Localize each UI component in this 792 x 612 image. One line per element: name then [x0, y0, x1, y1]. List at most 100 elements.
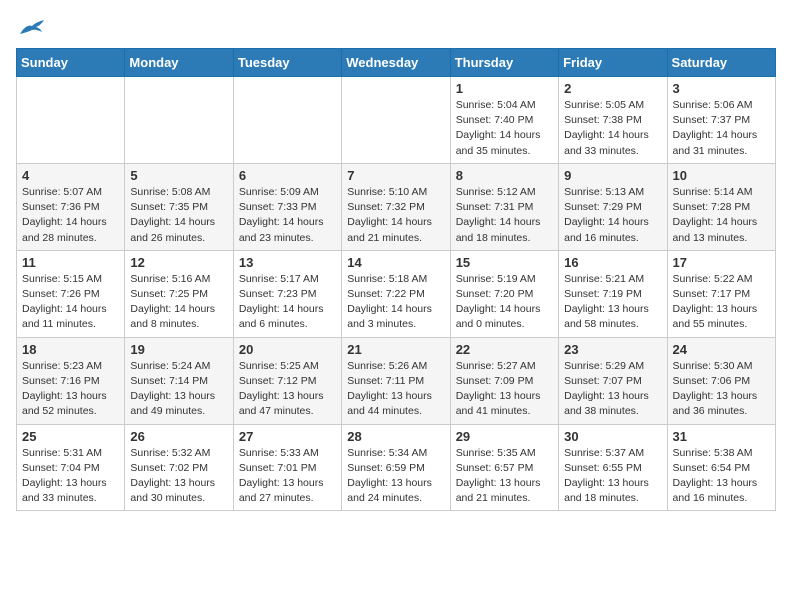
calendar-cell: 16 Sunrise: 5:21 AM Sunset: 7:19 PM Dayli… — [559, 250, 667, 337]
calendar-cell: 20 Sunrise: 5:25 AM Sunset: 7:12 PM Dayli… — [233, 337, 341, 424]
day-number: 31 — [673, 429, 770, 444]
day-number: 26 — [130, 429, 227, 444]
calendar-cell: 17 Sunrise: 5:22 AM Sunset: 7:17 PM Dayli… — [667, 250, 775, 337]
calendar-week-4: 18 Sunrise: 5:23 AM Sunset: 7:16 PM Dayli… — [17, 337, 776, 424]
day-number: 3 — [673, 81, 770, 96]
calendar-table: SundayMondayTuesdayWednesdayThursdayFrid… — [16, 48, 776, 511]
logo — [16, 16, 46, 38]
day-number: 15 — [456, 255, 553, 270]
day-info: Sunrise: 5:15 AM Sunset: 7:26 PM Dayligh… — [22, 272, 119, 333]
day-number: 23 — [564, 342, 661, 357]
day-number: 16 — [564, 255, 661, 270]
calendar-cell: 19 Sunrise: 5:24 AM Sunset: 7:14 PM Dayli… — [125, 337, 233, 424]
day-info: Sunrise: 5:29 AM Sunset: 7:07 PM Dayligh… — [564, 359, 661, 420]
day-info: Sunrise: 5:31 AM Sunset: 7:04 PM Dayligh… — [22, 446, 119, 507]
day-info: Sunrise: 5:12 AM Sunset: 7:31 PM Dayligh… — [456, 185, 553, 246]
calendar-cell: 25Sunrise: 5:31 AM Sunset: 7:04 PM Dayli… — [17, 424, 125, 511]
day-number: 10 — [673, 168, 770, 183]
day-info: Sunrise: 5:33 AM Sunset: 7:01 PM Dayligh… — [239, 446, 336, 507]
day-number: 27 — [239, 429, 336, 444]
calendar-cell: 15 Sunrise: 5:19 AM Sunset: 7:20 PM Dayli… — [450, 250, 558, 337]
calendar-header-friday: Friday — [559, 49, 667, 77]
day-number: 17 — [673, 255, 770, 270]
calendar-cell: 23 Sunrise: 5:29 AM Sunset: 7:07 PM Dayli… — [559, 337, 667, 424]
day-number: 18 — [22, 342, 119, 357]
page-header — [16, 16, 776, 38]
calendar-week-1: 1Sunrise: 5:04 AM Sunset: 7:40 PM Daylig… — [17, 77, 776, 164]
calendar-cell: 28Sunrise: 5:34 AM Sunset: 6:59 PM Dayli… — [342, 424, 450, 511]
day-info: Sunrise: 5:21 AM Sunset: 7:19 PM Dayligh… — [564, 272, 661, 333]
calendar-cell: 22Sunrise: 5:27 AM Sunset: 7:09 PM Dayli… — [450, 337, 558, 424]
day-info: Sunrise: 5:35 AM Sunset: 6:57 PM Dayligh… — [456, 446, 553, 507]
day-info: Sunrise: 5:07 AM Sunset: 7:36 PM Dayligh… — [22, 185, 119, 246]
calendar-cell: 10 Sunrise: 5:14 AM Sunset: 7:28 PM Dayli… — [667, 163, 775, 250]
day-number: 20 — [239, 342, 336, 357]
calendar-cell: 14 Sunrise: 5:18 AM Sunset: 7:22 PM Dayli… — [342, 250, 450, 337]
calendar-header-tuesday: Tuesday — [233, 49, 341, 77]
calendar-cell — [17, 77, 125, 164]
day-info: Sunrise: 5:13 AM Sunset: 7:29 PM Dayligh… — [564, 185, 661, 246]
calendar-header-saturday: Saturday — [667, 49, 775, 77]
day-info: Sunrise: 5:05 AM Sunset: 7:38 PM Dayligh… — [564, 98, 661, 159]
calendar-cell: 12 Sunrise: 5:16 AM Sunset: 7:25 PM Dayli… — [125, 250, 233, 337]
day-info: Sunrise: 5:32 AM Sunset: 7:02 PM Dayligh… — [130, 446, 227, 507]
day-number: 28 — [347, 429, 444, 444]
calendar-cell: 24Sunrise: 5:30 AM Sunset: 7:06 PM Dayli… — [667, 337, 775, 424]
day-info: Sunrise: 5:24 AM Sunset: 7:14 PM Dayligh… — [130, 359, 227, 420]
day-number: 13 — [239, 255, 336, 270]
calendar-cell: 8 Sunrise: 5:12 AM Sunset: 7:31 PM Daylig… — [450, 163, 558, 250]
calendar-header-row: SundayMondayTuesdayWednesdayThursdayFrid… — [17, 49, 776, 77]
calendar-cell: 6 Sunrise: 5:09 AM Sunset: 7:33 PM Daylig… — [233, 163, 341, 250]
day-info: Sunrise: 5:14 AM Sunset: 7:28 PM Dayligh… — [673, 185, 770, 246]
day-number: 1 — [456, 81, 553, 96]
day-info: Sunrise: 5:09 AM Sunset: 7:33 PM Dayligh… — [239, 185, 336, 246]
day-number: 6 — [239, 168, 336, 183]
calendar-header-wednesday: Wednesday — [342, 49, 450, 77]
calendar-cell: 9Sunrise: 5:13 AM Sunset: 7:29 PM Daylig… — [559, 163, 667, 250]
day-info: Sunrise: 5:22 AM Sunset: 7:17 PM Dayligh… — [673, 272, 770, 333]
day-number: 30 — [564, 429, 661, 444]
calendar-cell: 29 Sunrise: 5:35 AM Sunset: 6:57 PM Dayli… — [450, 424, 558, 511]
calendar-cell: 11 Sunrise: 5:15 AM Sunset: 7:26 PM Dayli… — [17, 250, 125, 337]
day-info: Sunrise: 5:08 AM Sunset: 7:35 PM Dayligh… — [130, 185, 227, 246]
day-number: 4 — [22, 168, 119, 183]
day-info: Sunrise: 5:38 AM Sunset: 6:54 PM Dayligh… — [673, 446, 770, 507]
day-info: Sunrise: 5:17 AM Sunset: 7:23 PM Dayligh… — [239, 272, 336, 333]
day-info: Sunrise: 5:25 AM Sunset: 7:12 PM Dayligh… — [239, 359, 336, 420]
calendar-week-5: 25Sunrise: 5:31 AM Sunset: 7:04 PM Dayli… — [17, 424, 776, 511]
day-info: Sunrise: 5:23 AM Sunset: 7:16 PM Dayligh… — [22, 359, 119, 420]
calendar-week-3: 11 Sunrise: 5:15 AM Sunset: 7:26 PM Dayli… — [17, 250, 776, 337]
day-info: Sunrise: 5:37 AM Sunset: 6:55 PM Dayligh… — [564, 446, 661, 507]
calendar-cell: 27 Sunrise: 5:33 AM Sunset: 7:01 PM Dayli… — [233, 424, 341, 511]
day-number: 14 — [347, 255, 444, 270]
day-info: Sunrise: 5:18 AM Sunset: 7:22 PM Dayligh… — [347, 272, 444, 333]
day-number: 11 — [22, 255, 119, 270]
calendar-cell: 18 Sunrise: 5:23 AM Sunset: 7:16 PM Dayli… — [17, 337, 125, 424]
calendar-cell: 31 Sunrise: 5:38 AM Sunset: 6:54 PM Dayli… — [667, 424, 775, 511]
calendar-cell: 7 Sunrise: 5:10 AM Sunset: 7:32 PM Daylig… — [342, 163, 450, 250]
calendar-cell: 2 Sunrise: 5:05 AM Sunset: 7:38 PM Daylig… — [559, 77, 667, 164]
day-number: 2 — [564, 81, 661, 96]
day-info: Sunrise: 5:16 AM Sunset: 7:25 PM Dayligh… — [130, 272, 227, 333]
day-info: Sunrise: 5:06 AM Sunset: 7:37 PM Dayligh… — [673, 98, 770, 159]
day-number: 29 — [456, 429, 553, 444]
day-number: 7 — [347, 168, 444, 183]
calendar-header-monday: Monday — [125, 49, 233, 77]
day-number: 19 — [130, 342, 227, 357]
day-info: Sunrise: 5:30 AM Sunset: 7:06 PM Dayligh… — [673, 359, 770, 420]
calendar-cell: 5 Sunrise: 5:08 AM Sunset: 7:35 PM Daylig… — [125, 163, 233, 250]
calendar-cell: 3 Sunrise: 5:06 AM Sunset: 7:37 PM Daylig… — [667, 77, 775, 164]
calendar-cell — [125, 77, 233, 164]
calendar-header-sunday: Sunday — [17, 49, 125, 77]
calendar-cell: 13 Sunrise: 5:17 AM Sunset: 7:23 PM Dayli… — [233, 250, 341, 337]
calendar-cell: 1Sunrise: 5:04 AM Sunset: 7:40 PM Daylig… — [450, 77, 558, 164]
day-info: Sunrise: 5:26 AM Sunset: 7:11 PM Dayligh… — [347, 359, 444, 420]
day-number: 5 — [130, 168, 227, 183]
calendar-cell: 30 Sunrise: 5:37 AM Sunset: 6:55 PM Dayli… — [559, 424, 667, 511]
day-info: Sunrise: 5:10 AM Sunset: 7:32 PM Dayligh… — [347, 185, 444, 246]
day-number: 12 — [130, 255, 227, 270]
day-info: Sunrise: 5:19 AM Sunset: 7:20 PM Dayligh… — [456, 272, 553, 333]
day-number: 8 — [456, 168, 553, 183]
calendar-cell — [233, 77, 341, 164]
calendar-week-2: 4 Sunrise: 5:07 AM Sunset: 7:36 PM Daylig… — [17, 163, 776, 250]
